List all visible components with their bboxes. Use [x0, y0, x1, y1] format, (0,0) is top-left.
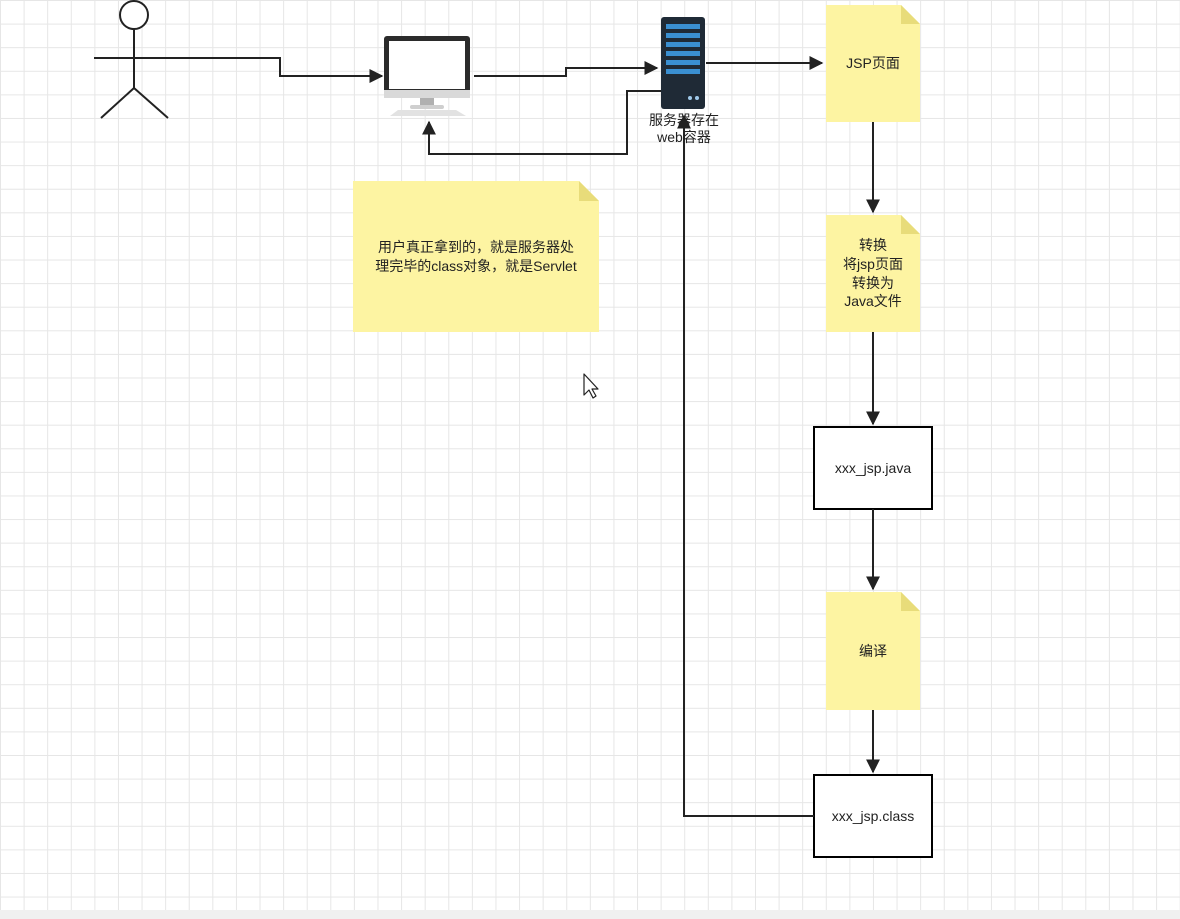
stick-figure-icon: [94, 0, 174, 119]
canvas-bottom-edge: [0, 910, 1180, 919]
server-rack-icon: [661, 17, 705, 109]
desktop-monitor-icon: [384, 36, 470, 116]
arrow-actor-to-computer: [174, 57, 384, 83]
note-user-receives-text: 用户真正拿到的，就是服务器处 理完毕的class对象，就是Servlet: [375, 238, 577, 274]
arrow-server-to-computer: [422, 90, 661, 155]
mouse-pointer-icon: [583, 373, 599, 399]
box-class-file-label: xxx_jsp.class: [831, 808, 915, 824]
arrow-class-to-server: [677, 114, 814, 817]
arrow-computer-to-server: [474, 61, 659, 77]
note-compile-text: 编译: [859, 642, 887, 659]
server-label: 服务器存在 web容器: [649, 112, 719, 145]
diagram-canvas: [94, 0, 933, 858]
note-jsp-page-text: JSP页面: [846, 55, 900, 72]
box-java-file-label: xxx_jsp.java: [834, 460, 912, 476]
note-convert-text: 转换 将jsp页面 转换为 Java文件: [843, 236, 903, 310]
